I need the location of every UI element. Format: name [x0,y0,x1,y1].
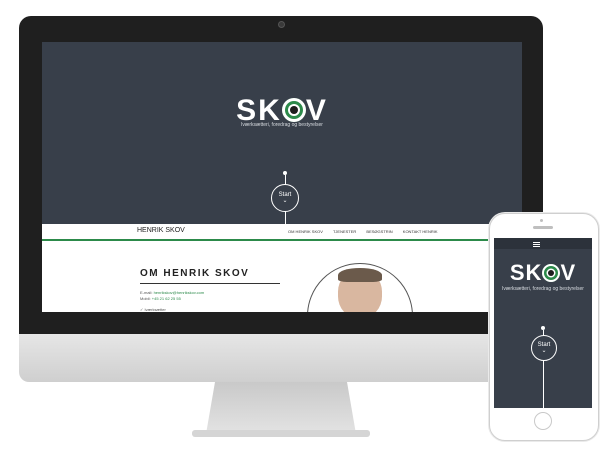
logo-o-icon [542,264,561,282]
chevron-down-icon: ⌄ [282,198,288,204]
nav-links: OM HENRIK SKOV TJENESTER BESØGSTRIN KONT… [288,229,447,234]
hamburger-icon[interactable] [533,242,540,243]
nav-brand[interactable]: HENRIK SKOV [137,227,185,234]
home-button[interactable] [534,412,552,430]
imac-chin [19,334,543,382]
about-phone: Mobil: +45 21 62 25 55 [140,296,181,301]
navbar: HENRIK SKOV OM HENRIK SKOV TJENESTER BES… [42,224,522,241]
start-line-bottom [285,211,286,225]
mobile-topbar [494,238,592,249]
hero-tagline: Iværksætteri, foredrag og bestyrelser [241,122,323,128]
about-divider [140,283,280,284]
camera-icon [278,21,285,28]
mobile-tagline: Iværksætteri, foredrag og bestyrelser [502,286,584,292]
nav-link-contact[interactable]: KONTAKT HENRIK [403,229,438,234]
imac-base [192,430,370,437]
nav-link-services[interactable]: TJENESTER [333,229,356,234]
about-title: OM HENRIK SKOV [140,268,250,279]
phone-speaker [533,226,553,229]
mobile-start-button[interactable]: Start ⌄ [531,335,557,361]
nav-link-visits[interactable]: BESØGSTRIN [366,229,392,234]
about-check-item: ✓ Iværksætter [140,307,166,312]
mobile-logo[interactable]: SK V [494,260,592,286]
about-section: OM HENRIK SKOV E-mail: henrikskov@henrik… [42,241,522,312]
imac-stand [206,382,356,434]
chevron-down-icon: ⌄ [541,348,547,354]
desktop-screen: SK V Iværksætteri, foredrag og bestyrelse… [42,42,522,312]
portrait-photo [307,263,413,312]
email-link[interactable]: henrikskov@henrikskov.com [154,290,205,295]
start-button[interactable]: Start ⌄ [271,184,299,212]
logo-o-icon [281,98,306,122]
nav-link-about[interactable]: OM HENRIK SKOV [288,229,323,234]
phone-camera-icon [540,219,543,222]
phone-link[interactable]: +45 21 62 25 55 [152,296,181,301]
mobile-screen: SK V Iværksætteri, foredrag og bestyrelse… [494,238,592,408]
about-email: E-mail: henrikskov@henrikskov.com [140,290,205,295]
mobile-start-line-bottom [543,360,544,408]
